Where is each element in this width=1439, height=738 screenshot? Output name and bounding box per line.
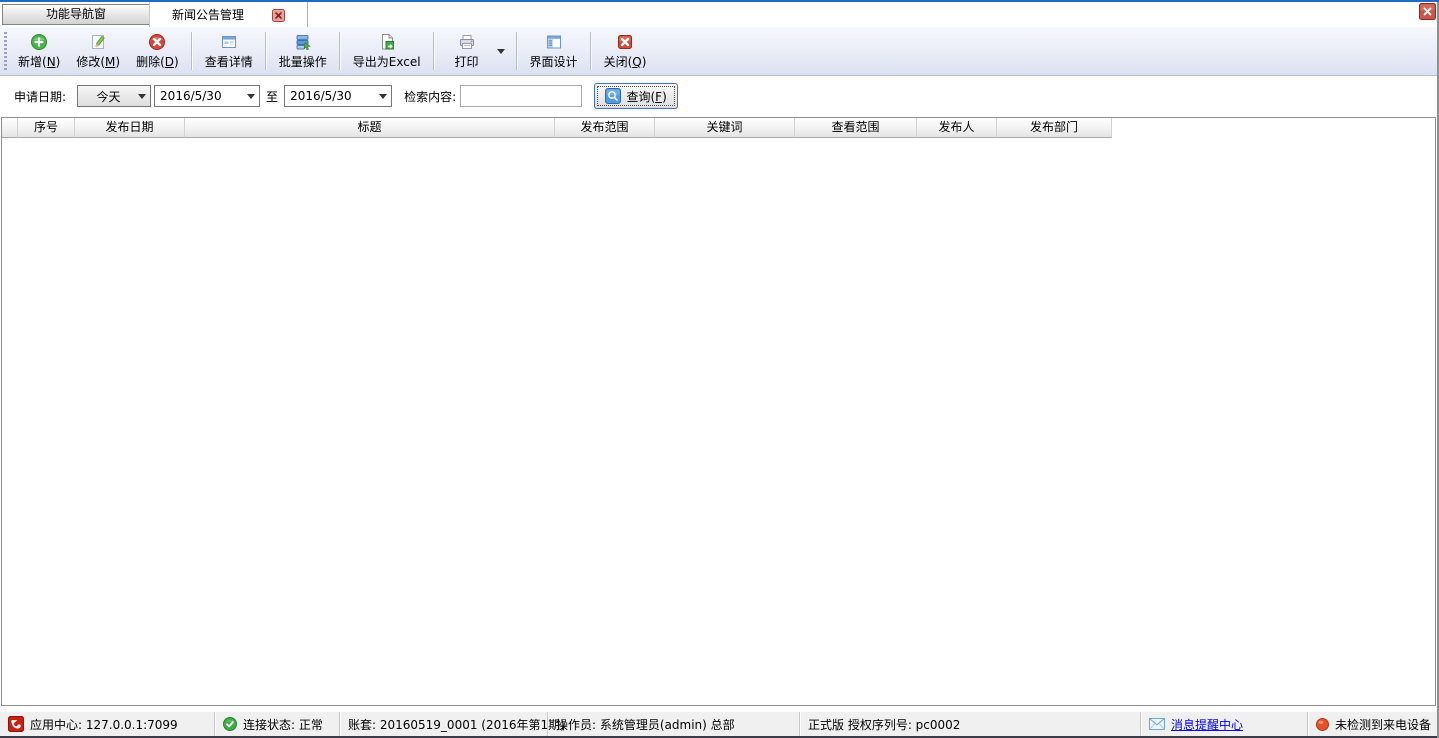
- date-from-dropdown[interactable]: 2016/5/30: [154, 85, 260, 107]
- toolbar-button-label: 删除(D): [136, 53, 179, 70]
- status-license-text: 正式版 授权序列号: pc0002: [808, 716, 960, 733]
- toolbar-button-label: 查看详情: [205, 53, 253, 70]
- toolbar-button-close[interactable]: 关闭(Q): [596, 29, 655, 73]
- tab-news-announcement-management[interactable]: 新闻公告管理: [149, 2, 308, 27]
- chevron-down-icon: [134, 86, 150, 106]
- delete-icon: [148, 32, 166, 51]
- status-app-center-text: 应用中心: 127.0.0.1:7099: [30, 716, 178, 733]
- table-column-header[interactable]: 关键词: [655, 118, 795, 138]
- toolbar-separator: [590, 32, 592, 70]
- table-column-header[interactable]: 发布范围: [555, 118, 655, 138]
- toolbar-separator: [433, 32, 435, 70]
- toolbar-button-new[interactable]: 新增(N): [10, 29, 68, 73]
- toolbar-button-label: 关闭(Q): [604, 53, 647, 70]
- edit-icon: [89, 32, 107, 51]
- toolbar-buttons: 新增(N) 修改(M) 删除(D) 查看详情 批量操作 导出为Excel 打印 界面设计 关闭(…: [10, 29, 654, 73]
- window-close-icon[interactable]: [1419, 3, 1436, 20]
- status-account-text: 账套: 20160519_0001 (2016年第1期): [348, 716, 565, 733]
- batch-ops-icon: [294, 32, 312, 51]
- filter-bar: 申请日期: 今天 2016/5/30 至 2016/5/30 检索内容: 查询(…: [0, 76, 1436, 116]
- mail-icon: [1149, 718, 1165, 730]
- chevron-down-icon: [497, 49, 505, 54]
- query-button-label: 查询(F): [626, 88, 666, 105]
- toolbar-button-edit[interactable]: 修改(M): [68, 29, 128, 73]
- status-device-text: 未检测到来电设备: [1335, 716, 1431, 733]
- table-column-header[interactable]: 查看范围: [795, 118, 917, 138]
- close-red-icon: [616, 32, 634, 51]
- toolbar-separator: [265, 32, 267, 70]
- status-connection: 连接状态: 正常: [215, 712, 340, 736]
- status-connection-text: 连接状态: 正常: [243, 716, 323, 733]
- table-column-header[interactable]: 发布日期: [75, 118, 185, 138]
- search-input[interactable]: [460, 85, 582, 107]
- table-column-header[interactable]: 标题: [185, 118, 555, 138]
- connection-ok-icon: [223, 717, 237, 731]
- form-details-icon: [220, 32, 238, 51]
- search-icon: [605, 88, 621, 104]
- app-center-icon: [8, 716, 24, 732]
- status-operator-text: 操作员: 系统管理员(admin) 总部: [556, 716, 735, 733]
- status-message-center-text[interactable]: 消息提醒中心: [1171, 716, 1243, 733]
- table-header-row: 序号发布日期标题发布范围关键词查看范围发布人发布部门: [2, 118, 1435, 138]
- date-filter-label: 申请日期:: [14, 88, 66, 105]
- device-dot-icon: [1316, 718, 1329, 731]
- print-icon: [458, 32, 476, 51]
- toolbar: 新增(N) 修改(M) 删除(D) 查看详情 批量操作 导出为Excel 打印 界面设计 关闭(…: [0, 27, 1439, 76]
- table-column-header[interactable]: 发布部门: [997, 118, 1112, 138]
- tab-function-navigation[interactable]: 功能导航窗: [2, 4, 150, 25]
- date-range-to-label: 至: [266, 88, 278, 105]
- toolbar-separator: [191, 32, 193, 70]
- toolbar-button-label: 批量操作: [279, 53, 327, 70]
- table-column-header[interactable]: 序号: [18, 118, 75, 138]
- ui-design-icon: [545, 32, 563, 51]
- table-body: [2, 138, 1435, 705]
- toolbar-button-print[interactable]: 打印: [439, 29, 495, 73]
- toolbar-button-label: 导出为Excel: [353, 53, 421, 70]
- toolbar-button-label: 修改(M): [76, 53, 120, 70]
- table-column-header[interactable]: 发布人: [917, 118, 997, 138]
- toolbar-button-batch-ops[interactable]: 批量操作: [271, 29, 335, 73]
- add-icon: [30, 32, 48, 51]
- toolbar-button-delete[interactable]: 删除(D): [128, 29, 187, 73]
- tab-label: 新闻公告管理: [172, 6, 244, 23]
- toolbar-button-export-excel[interactable]: 导出为Excel: [345, 29, 429, 73]
- toolbar-grip-handle[interactable]: [4, 32, 7, 70]
- toolbar-button-label: 打印: [455, 53, 479, 70]
- date-to-value: 2016/5/30: [285, 86, 375, 106]
- tab-bar: 功能导航窗 新闻公告管理: [0, 2, 1439, 27]
- query-button[interactable]: 查询(F): [594, 83, 678, 109]
- date-preset-dropdown[interactable]: 今天: [77, 85, 151, 107]
- date-from-value: 2016/5/30: [155, 86, 243, 106]
- search-content-label: 检索内容:: [404, 88, 456, 105]
- toolbar-button-label: 新增(N): [18, 53, 60, 70]
- status-bar: 应用中心: 127.0.0.1:7099连接状态: 正常账套: 20160519…: [0, 711, 1439, 736]
- print-dropdown-arrow[interactable]: [495, 29, 512, 73]
- status-message-center[interactable]: 消息提醒中心: [1141, 712, 1308, 736]
- row-indicator-header: [2, 118, 18, 138]
- status-account: 账套: 20160519_0001 (2016年第1期): [340, 712, 548, 736]
- toolbar-separator: [516, 32, 518, 70]
- status-operator: 操作员: 系统管理员(admin) 总部: [548, 712, 800, 736]
- date-preset-value: 今天: [78, 86, 134, 106]
- tab-close-icon[interactable]: [272, 9, 285, 22]
- date-to-dropdown[interactable]: 2016/5/30: [284, 85, 392, 107]
- status-device: 未检测到来电设备: [1308, 712, 1439, 736]
- status-app-center: 应用中心: 127.0.0.1:7099: [0, 712, 215, 736]
- data-grid: 序号发布日期标题发布范围关键词查看范围发布人发布部门: [1, 117, 1436, 706]
- toolbar-button-view-details[interactable]: 查看详情: [197, 29, 261, 73]
- chevron-down-icon: [243, 86, 259, 106]
- chevron-down-icon: [375, 86, 391, 106]
- toolbar-separator: [339, 32, 341, 70]
- toolbar-button-ui-design[interactable]: 界面设计: [522, 29, 586, 73]
- toolbar-button-label: 界面设计: [530, 53, 578, 70]
- export-excel-icon: [378, 32, 396, 51]
- status-license: 正式版 授权序列号: pc0002: [800, 712, 1141, 736]
